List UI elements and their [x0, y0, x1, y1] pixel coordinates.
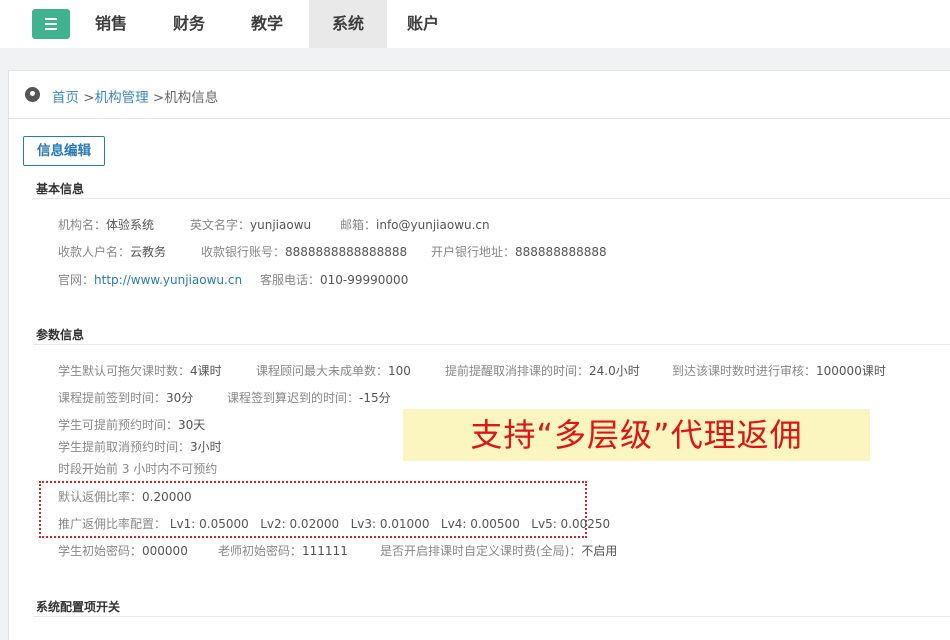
service-phone-field: 客服电话：010-99990000 [260, 273, 409, 287]
edit-info-button[interactable]: 信息编辑 [23, 136, 105, 166]
consultant-limit-field: 课程顾问最大未成单数：100 [256, 364, 411, 378]
owe-hours-field: 学生默认可拖欠课时数：4课时 [58, 364, 222, 378]
org-name-field: 机构名：体验系统 [58, 218, 155, 232]
breadcrumb: 首页 >机构管理 >机构信息 [9, 71, 950, 119]
bank-account-field: 收款银行账号：8888888888888888 [201, 245, 408, 259]
location-pin-icon [25, 87, 40, 102]
email-field: 邮箱：info@yunjiaowu.cn [340, 218, 490, 232]
student-password-field: 学生初始密码：000000 [58, 544, 188, 558]
bank-address-field: 开户银行地址：888888888888 [431, 245, 607, 259]
content-panel: 首页 >机构管理 >机构信息 信息编辑 基本信息 机构名：体验系统 英文名字：y… [8, 70, 950, 640]
breadcrumb-trail: 首页 >机构管理 >机构信息 [52, 86, 218, 106]
menu-line-icon [45, 28, 57, 30]
teacher-password-field: 老师初始密码：111111 [218, 544, 348, 558]
rebate-level-1: Lv1: 0.05000 [169, 517, 249, 531]
website-link[interactable]: http://www.yunjiaowu.cn [94, 273, 242, 287]
custom-fee-field: 是否开启排课时自定义课时费(全局)：不启用 [380, 544, 618, 558]
remind-cancel-field: 提前提醒取消排课的时间：24.0小时 [445, 364, 640, 378]
section-divider [33, 344, 950, 345]
section-divider [33, 616, 950, 617]
tab-teaching[interactable]: 教学 [236, 0, 298, 48]
tab-account[interactable]: 账户 [392, 0, 454, 48]
tab-system[interactable]: 系统 [309, 0, 387, 48]
section-divider [33, 198, 950, 199]
booking-advance-field: 学生可提前预约时间：30天 [58, 418, 206, 432]
rebate-level-4: Lv4: 0.00500 [440, 517, 520, 531]
rebate-level-3: Lv3: 0.01000 [350, 517, 430, 531]
section-title-params: 参数信息 [36, 328, 85, 342]
rebate-level-5: Lv5: 0.00250 [531, 517, 611, 531]
late-threshold-field: 课程签到算迟到的时间：-15分 [227, 391, 391, 405]
default-rebate-field: 默认返佣比率：0.20000 [58, 490, 192, 504]
menu-line-icon [45, 23, 57, 25]
section-title-config: 系统配置项开关 [36, 600, 121, 614]
payee-field: 收款人户名：云教务 [58, 245, 167, 259]
hamburger-menu-button[interactable] [32, 9, 70, 39]
audit-hours-field: 到达该课时数时进行审核：100000课时 [672, 364, 886, 378]
cancel-advance-field: 学生提前取消预约时间：3小时 [58, 440, 222, 454]
website-field: 官网：http://www.yunjiaowu.cn [58, 273, 243, 287]
breadcrumb-org-manage-link[interactable]: 机构管理 [95, 90, 149, 106]
breadcrumb-current: 机构信息 [164, 90, 219, 106]
promo-banner: 支持“多层级”代理返佣 [403, 409, 870, 461]
top-navbar: 销售 财务 教学 系统 账户 [0, 0, 950, 48]
rebate-level-2: Lv2: 0.02000 [260, 517, 340, 531]
english-name-field: 英文名字：yunjiaowu [190, 218, 312, 232]
no-reserve-note: 时段开始前 3 小时内不可预约 [58, 462, 218, 476]
section-title-basic: 基本信息 [36, 182, 85, 196]
breadcrumb-separator: > [83, 90, 95, 106]
tab-sales[interactable]: 销售 [80, 0, 142, 48]
tab-finance[interactable]: 财务 [158, 0, 220, 48]
breadcrumb-separator: > [152, 90, 165, 106]
menu-line-icon [45, 18, 57, 20]
breadcrumb-home-link[interactable]: 首页 [52, 90, 79, 106]
promo-rebate-config-field: 推广返佣比率配置： Lv1: 0.05000 Lv2: 0.02000 Lv3:… [58, 517, 611, 531]
signin-advance-field: 课程提前签到时间：30分 [58, 391, 194, 405]
